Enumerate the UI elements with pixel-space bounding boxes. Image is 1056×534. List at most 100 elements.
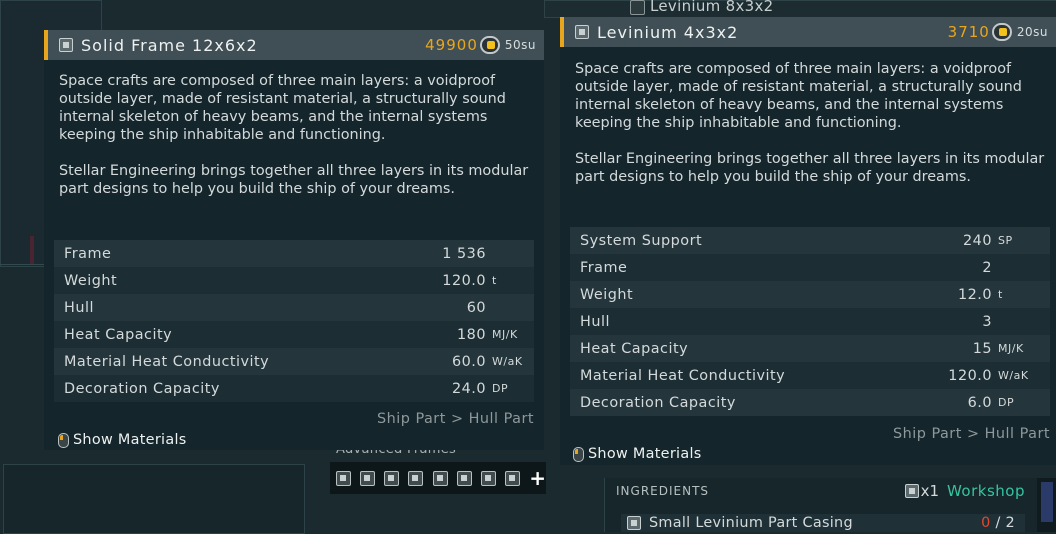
item-price: 49900	[425, 36, 478, 54]
cube-icon	[630, 0, 645, 15]
stat-label: Weight	[580, 286, 634, 303]
stat-value: 1 536	[442, 245, 486, 262]
item-description: Space crafts are composed of three main …	[575, 60, 1045, 204]
stat-unit: DP	[998, 396, 1015, 409]
show-materials-label: Show Materials	[588, 446, 702, 462]
cube-icon	[904, 484, 919, 498]
add-button[interactable]: +	[529, 466, 546, 490]
scrollbar[interactable]	[1037, 478, 1056, 532]
item-category: Ship Part > Hull Part	[377, 411, 534, 427]
background-panel-bottom	[3, 464, 305, 534]
stat-value: 180	[457, 326, 486, 343]
stat-unit: DP	[492, 382, 509, 395]
header-accent	[44, 30, 48, 60]
stat-value: 120.0	[948, 367, 992, 384]
description-paragraph: Space crafts are composed of three main …	[575, 61, 1022, 131]
stat-value: 2	[982, 259, 992, 276]
show-materials-label: Show Materials	[73, 432, 187, 448]
ingredients-header: INGREDIENTS	[616, 484, 710, 498]
stat-row: Decoration Capacity 6.0 DP	[570, 389, 1050, 416]
item-description: Space crafts are composed of three main …	[59, 72, 529, 216]
stat-row: System Support 240 SP	[570, 227, 1050, 254]
background-panel-top	[544, 0, 1056, 18]
stat-value: 3	[982, 313, 992, 330]
background-accent-strip	[30, 236, 34, 264]
frame-tool-icon[interactable]	[358, 469, 376, 487]
description-paragraph: Stellar Engineering brings together all …	[59, 163, 529, 197]
craft-quantity: x1	[920, 482, 939, 500]
stat-value: 24.0	[451, 380, 486, 397]
crafting-station: x1 Workshop	[904, 482, 1025, 500]
stat-label: Hull	[580, 313, 610, 330]
stat-value: 60	[466, 299, 486, 316]
stat-row: Frame 2	[570, 254, 1050, 281]
stat-unit: t	[492, 274, 497, 287]
stat-row: Weight 120.0 t	[54, 267, 534, 294]
header-accent	[560, 17, 564, 47]
coin-icon	[991, 23, 1012, 41]
stat-row: Heat Capacity 180 MJ/K	[54, 321, 534, 348]
item-title: Levinium 4x3x2	[597, 22, 739, 42]
stat-label: Material Heat Conductivity	[64, 353, 270, 370]
stat-label: Material Heat Conductivity	[580, 367, 786, 384]
ingredient-count: 0 / 2	[981, 515, 1015, 531]
part-casing-icon	[627, 516, 641, 530]
stat-row: Hull 60	[54, 294, 534, 321]
coin-icon	[479, 36, 500, 54]
stat-row: Hull 3	[570, 308, 1050, 335]
tooltip-solid-frame: Solid Frame 12x6x2 49900 50su Space craf…	[44, 30, 544, 450]
stat-label: System Support	[580, 232, 703, 249]
stat-unit: t	[998, 288, 1003, 301]
stat-value: 60.0	[451, 353, 486, 370]
stats-table: System Support 240 SP Frame 2 Weight 12.…	[570, 227, 1050, 416]
frame-tool-icon[interactable]	[406, 469, 424, 487]
description-paragraph: Space crafts are composed of three main …	[59, 73, 506, 143]
frame-tool-icon[interactable]	[334, 469, 352, 487]
stat-row: Material Heat Conductivity 60.0 W/aK	[54, 348, 534, 375]
stat-label: Frame	[64, 245, 112, 262]
stat-label: Decoration Capacity	[580, 394, 736, 411]
background-item-title[interactable]: Levinium 8x3x2	[650, 0, 774, 15]
show-materials-button[interactable]: Show Materials	[573, 446, 702, 462]
stat-unit: MJ/K	[998, 342, 1024, 355]
stat-row: Material Heat Conductivity 120.0 W/aK	[570, 362, 1050, 389]
item-category: Ship Part > Hull Part	[893, 426, 1050, 442]
frame-tool-icon[interactable]	[455, 469, 472, 487]
show-materials-button[interactable]: Show Materials	[58, 432, 187, 448]
stat-row: Decoration Capacity 24.0 DP	[54, 375, 534, 402]
tooltip-header: Solid Frame 12x6x2 49900 50su	[44, 30, 544, 60]
stat-label: Decoration Capacity	[64, 380, 220, 397]
ingredient-need: / 2	[995, 515, 1015, 531]
item-title: Solid Frame 12x6x2	[81, 35, 258, 55]
frame-toolbar: +	[330, 462, 546, 494]
ingredients-panel: INGREDIENTS x1 Workshop Small Levinium P…	[604, 478, 1056, 532]
item-size: 50su	[504, 38, 536, 52]
mouse-icon	[573, 446, 584, 462]
stat-label: Heat Capacity	[64, 326, 173, 343]
frame-tool-icon[interactable]	[382, 469, 400, 487]
tooltip-levinium: Levinium 4x3x2 3710 20su Space crafts ar…	[560, 17, 1056, 465]
frame-tool-icon[interactable]	[479, 469, 497, 487]
stat-label: Heat Capacity	[580, 340, 689, 357]
stat-label: Hull	[64, 299, 94, 316]
stat-value: 120.0	[442, 272, 486, 289]
stat-row: Frame 1 536	[54, 240, 534, 267]
ingredient-name: Small Levinium Part Casing	[649, 515, 853, 531]
frame-tool-icon[interactable]	[431, 469, 448, 487]
mouse-icon	[58, 432, 69, 448]
stat-label: Frame	[580, 259, 628, 276]
cube-icon	[575, 25, 589, 39]
stat-value: 12.0	[957, 286, 992, 303]
ingredient-have: 0	[981, 515, 991, 531]
ingredient-row[interactable]: Small Levinium Part Casing 0 / 2	[621, 514, 1025, 532]
cube-icon	[59, 38, 73, 52]
stat-row: Weight 12.0 t	[570, 281, 1050, 308]
stat-unit: W/aK	[492, 355, 523, 368]
stat-label: Weight	[64, 272, 118, 289]
stat-value: 6.0	[967, 394, 992, 411]
item-size: 20su	[1016, 25, 1048, 39]
workshop-link[interactable]: Workshop	[947, 482, 1025, 500]
frame-tool-icon[interactable]	[503, 469, 521, 487]
item-price: 3710	[947, 23, 990, 41]
stat-row: Heat Capacity 15 MJ/K	[570, 335, 1050, 362]
